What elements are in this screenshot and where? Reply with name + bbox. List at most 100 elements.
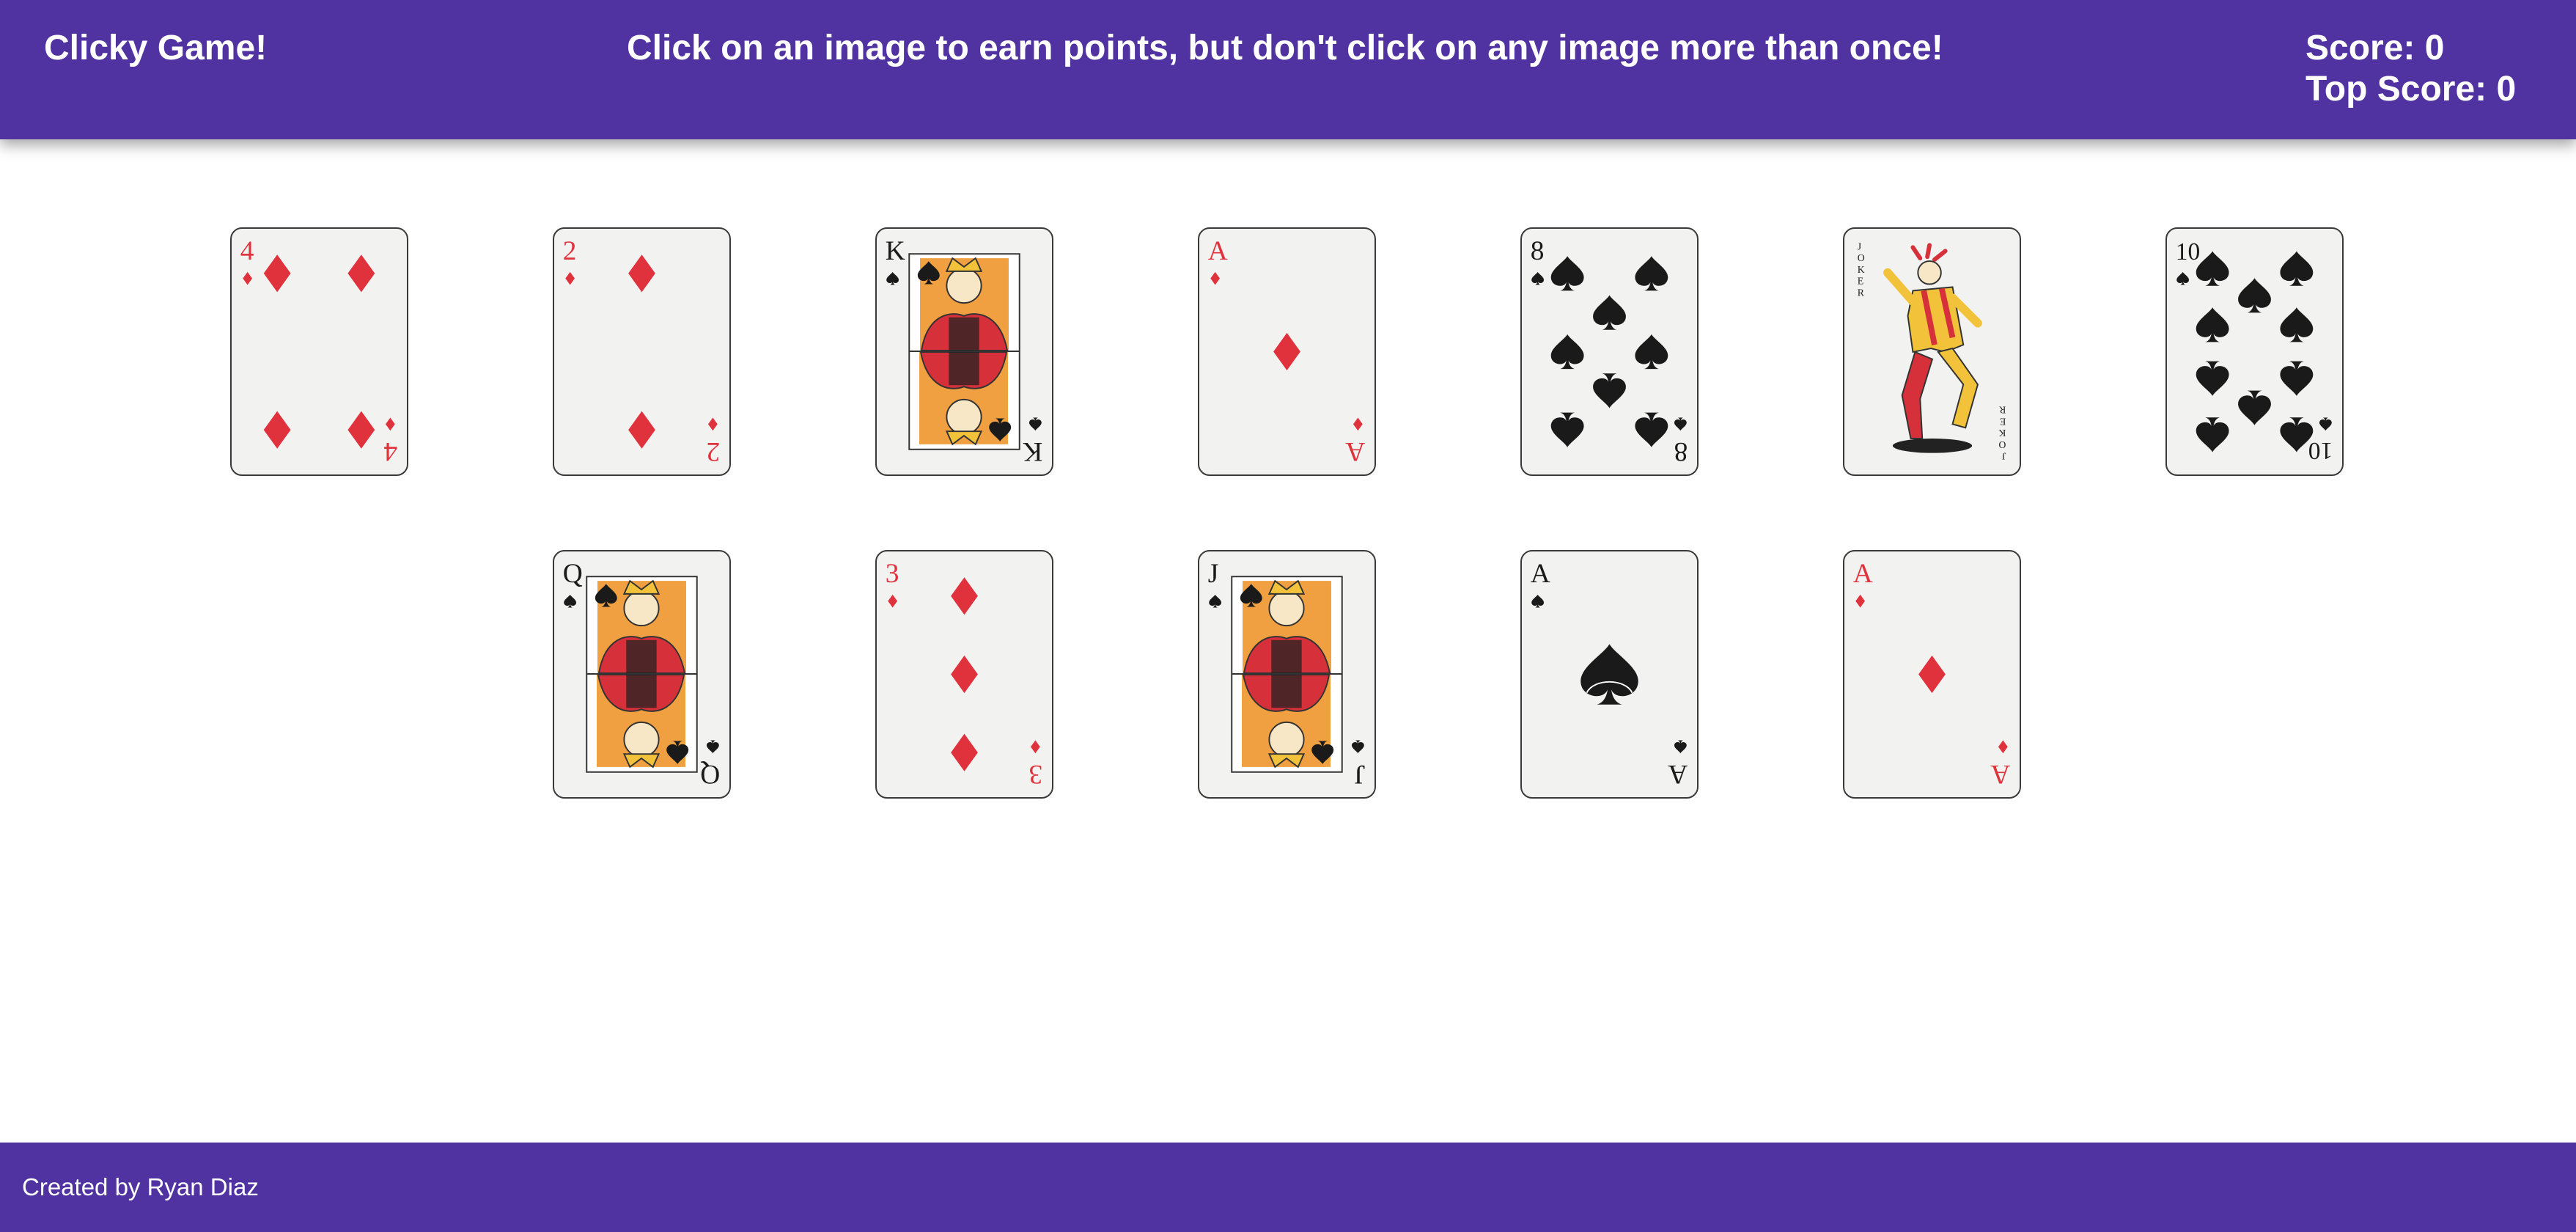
svg-text:Q: Q — [700, 759, 720, 789]
card-index-suit-icon — [708, 417, 718, 431]
card-index-top: A — [1208, 236, 1228, 285]
navbar: Clicky Game! Click on an image to earn p… — [0, 0, 2576, 139]
card-face: J O K E R JOKER — [1858, 241, 2006, 462]
card-index-suit-icon — [1855, 594, 1866, 608]
spade-pip-icon — [2280, 307, 2314, 342]
card-face: AA — [1208, 236, 1365, 466]
card-board: 44 22 KK AA 88 J O K E R JOKER 10 10 QQ 33 JJ … — [0, 139, 2576, 1143]
svg-text:3: 3 — [886, 559, 899, 589]
card-index-bottom: 4 — [383, 417, 397, 466]
card-7[interactable]: QQ — [553, 550, 731, 799]
court-figure-icon — [586, 579, 697, 769]
spade-pip-icon — [2196, 417, 2229, 452]
svg-text:10: 10 — [2308, 437, 2333, 464]
card-index-suit-icon — [706, 740, 719, 754]
jester-icon — [1883, 243, 1982, 453]
card-face: 22 — [563, 236, 721, 466]
svg-text:A: A — [1531, 559, 1550, 589]
card-face: 33 — [886, 559, 1043, 789]
ace-center-spade-icon — [1580, 644, 1638, 705]
card-index-suit-icon — [1351, 740, 1364, 754]
spade-pip-icon — [2238, 390, 2271, 425]
spade-pip-icon — [1635, 334, 1668, 370]
card-11[interactable]: AA — [1843, 550, 2021, 799]
diamond-pip-icon — [347, 254, 375, 293]
card-6[interactable]: 10 10 — [2165, 227, 2344, 476]
card-face: 44 — [240, 236, 397, 466]
svg-text:3: 3 — [1029, 759, 1043, 789]
court-figure-icon — [1232, 579, 1342, 769]
card-9[interactable]: JJ — [1198, 550, 1376, 799]
card-index-suit-icon — [1353, 417, 1363, 431]
spade-pip-icon — [2196, 307, 2229, 342]
spade-pip-icon — [2196, 251, 2229, 286]
card-index-suit-icon — [1210, 271, 1221, 285]
card-index-bottom: J — [1351, 740, 1366, 789]
card-index-top: 3 — [886, 559, 899, 608]
card-index-top: A — [1853, 559, 1873, 608]
spade-pip-icon — [1550, 334, 1584, 370]
card-index-bottom: Q — [700, 740, 720, 789]
svg-text:8: 8 — [1674, 436, 1688, 466]
card-face: AA — [1531, 559, 1688, 789]
diamond-pip-icon — [628, 254, 655, 293]
card-index-suit-icon — [886, 271, 899, 285]
card-face: QQ — [563, 559, 720, 789]
card-face: KK — [886, 236, 1042, 466]
card-index-top: 10 — [2176, 238, 2200, 285]
svg-text:A: A — [1208, 236, 1228, 266]
card-index-suit-icon — [1028, 417, 1042, 431]
card-index-bottom: A — [1990, 740, 2010, 789]
card-1[interactable]: 22 — [553, 227, 731, 476]
joker-index-bottom: JOKER — [1998, 405, 2006, 462]
svg-text:J: J — [1355, 759, 1366, 789]
card-index-top: K — [886, 236, 905, 285]
card-index-suit-icon — [1209, 594, 1222, 608]
card-0[interactable]: 44 — [230, 227, 408, 476]
svg-text:A: A — [1668, 759, 1688, 789]
footer: Created by Ryan Diaz — [0, 1143, 2576, 1232]
card-10[interactable]: AA — [1520, 550, 1699, 799]
svg-text:J: J — [1208, 559, 1219, 589]
svg-text:4: 4 — [240, 236, 254, 266]
card-3[interactable]: AA — [1198, 227, 1376, 476]
card-index-suit-icon — [1531, 271, 1545, 285]
spade-pip-icon — [2280, 251, 2314, 286]
court-figure-icon — [909, 257, 1020, 446]
card-2[interactable]: KK — [875, 227, 1053, 476]
spade-pip-icon — [1593, 373, 1626, 408]
card-index-suit-icon — [1531, 594, 1545, 608]
card-4[interactable]: 88 — [1520, 227, 1699, 476]
svg-text:Q: Q — [563, 559, 583, 589]
svg-text:A: A — [1345, 436, 1365, 466]
card-index-bottom: 8 — [1674, 417, 1688, 466]
diamond-pip-icon — [628, 411, 655, 449]
card-index-top: 8 — [1531, 236, 1545, 285]
diamond-pip-icon — [951, 733, 978, 771]
card-index-top: J — [1208, 559, 1222, 608]
ace-center-diamond-icon — [1918, 655, 1946, 694]
card-index-top: 4 — [240, 236, 254, 285]
svg-text:2: 2 — [707, 436, 721, 466]
card-index-suit-icon — [565, 271, 575, 285]
svg-text:4: 4 — [383, 436, 397, 466]
card-8[interactable]: 33 — [875, 550, 1053, 799]
card-index-suit-icon — [2319, 417, 2332, 431]
svg-text:K: K — [886, 236, 905, 266]
instructions-text: Click on an image to earn points, but do… — [627, 29, 1943, 67]
card-index-suit-icon — [2176, 271, 2190, 285]
svg-text:A: A — [1853, 559, 1873, 589]
diamond-pip-icon — [347, 411, 375, 449]
card-index-bottom: A — [1345, 417, 1365, 466]
card-5[interactable]: J O K E R JOKER — [1843, 227, 2021, 476]
card-index-suit-icon — [243, 271, 253, 285]
card-index-suit-icon — [1674, 417, 1687, 431]
spade-pip-icon — [1550, 256, 1584, 291]
diamond-pip-icon — [263, 411, 291, 449]
diamond-pip-icon — [263, 254, 291, 293]
brand-title[interactable]: Clicky Game! — [44, 28, 267, 68]
ace-center-diamond-icon — [1273, 332, 1300, 371]
spade-pip-icon — [2196, 361, 2229, 396]
card-index-bottom: 3 — [1029, 740, 1043, 789]
svg-text:A: A — [1990, 759, 2010, 789]
